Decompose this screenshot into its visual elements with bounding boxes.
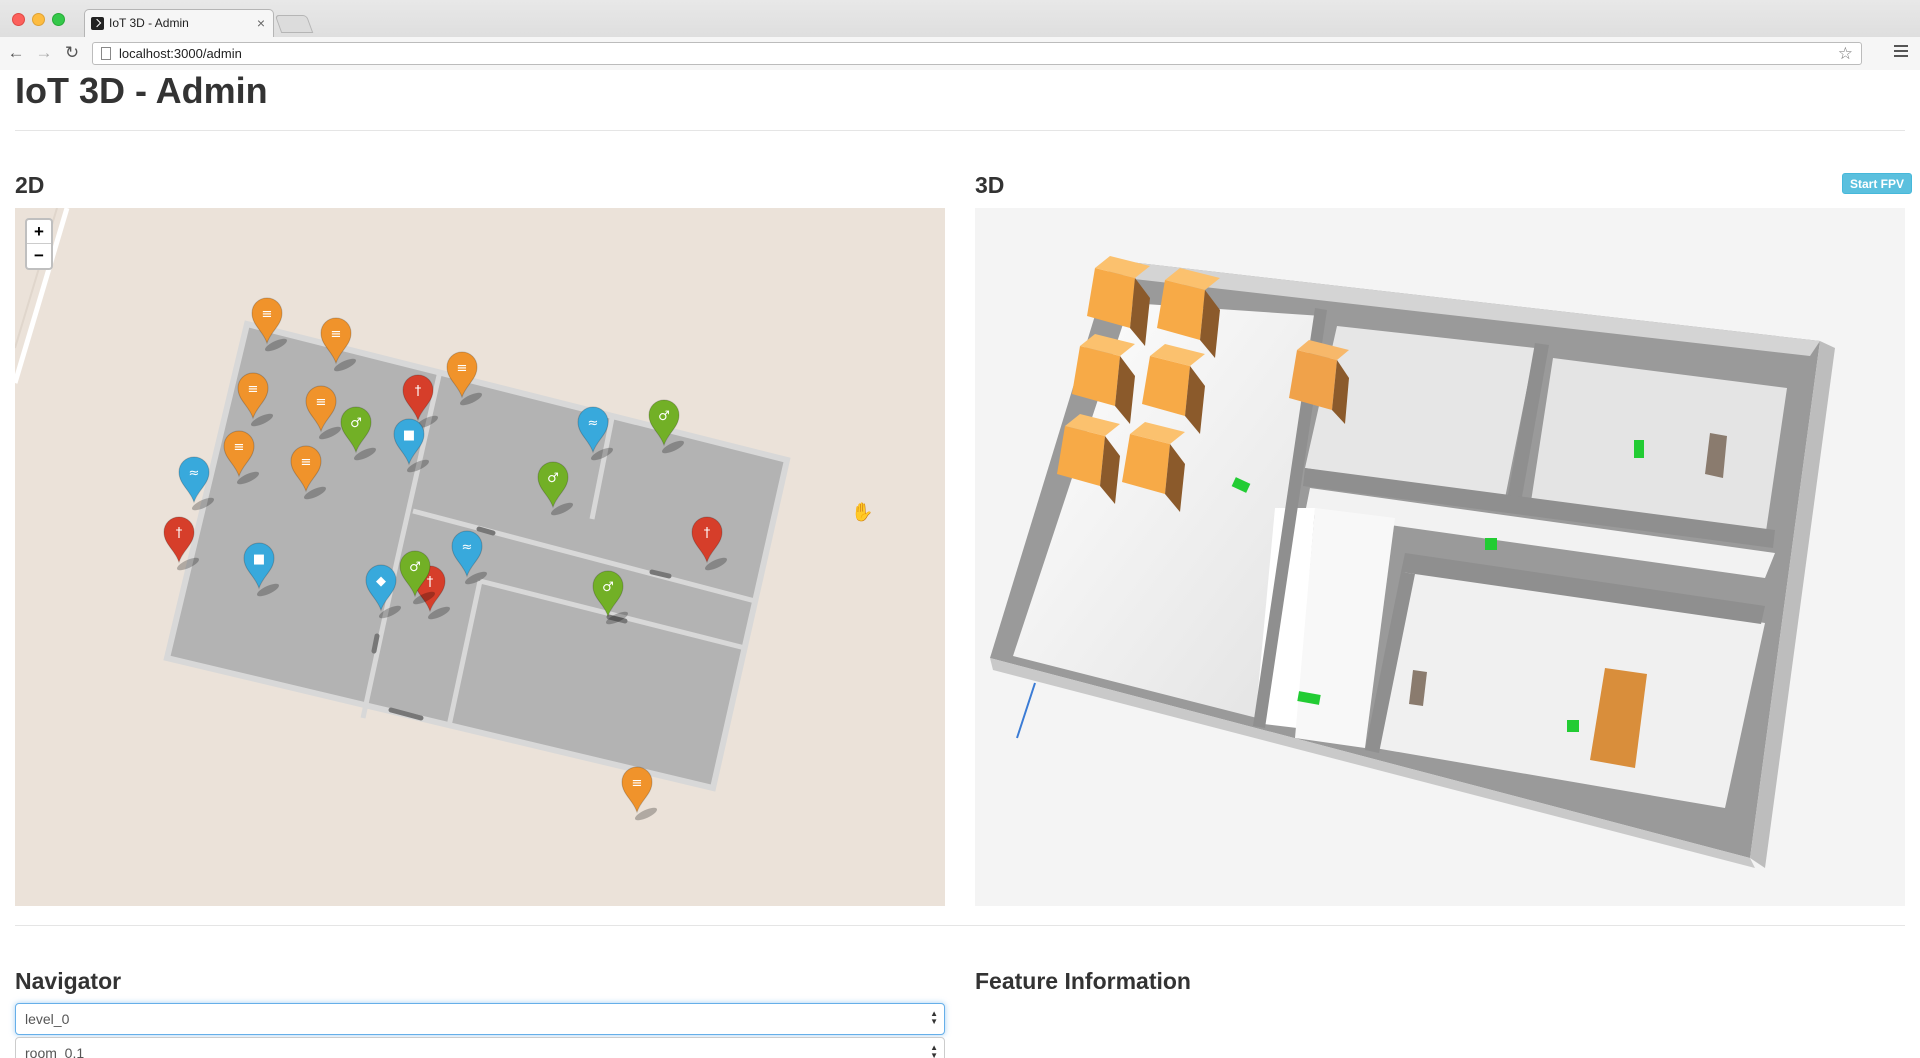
person-icon: ♂: [658, 409, 670, 424]
wifi-icon: ≈: [588, 416, 599, 431]
new-tab-button[interactable]: [274, 15, 314, 33]
address-bar-url: localhost:3000/admin: [119, 46, 242, 61]
database-icon: ≡: [248, 382, 259, 397]
fire-extinguisher-icon: †: [415, 384, 422, 399]
person-icon: ♂: [602, 580, 614, 595]
zoom-out-button[interactable]: −: [27, 244, 51, 268]
browser-chrome: IoT 3D - Admin × ← → ↻ localhost:3000/ad…: [0, 0, 1920, 70]
bookmark-star-icon[interactable]: ☆: [1838, 43, 1853, 64]
reload-icon[interactable]: ↻: [62, 43, 82, 63]
panel-2d-title: 2D: [15, 172, 45, 198]
page-title: IoT 3D - Admin: [15, 70, 268, 111]
person-icon: ♂: [547, 471, 559, 486]
level-select-value: level_0: [25, 1011, 70, 1027]
browser-menu-icon[interactable]: [1894, 45, 1908, 59]
forward-arrow-icon[interactable]: →: [34, 43, 54, 63]
database-icon: ≡: [301, 455, 312, 470]
back-arrow-icon[interactable]: ←: [6, 43, 26, 63]
page-icon: [101, 47, 111, 60]
tab-title: IoT 3D - Admin: [109, 16, 189, 30]
panel-3d-title: 3D: [975, 172, 1005, 198]
database-icon: ≡: [457, 361, 468, 376]
header-divider: [15, 130, 1905, 131]
tab-close-icon[interactable]: ×: [257, 10, 265, 36]
fire-extinguisher-icon: †: [427, 575, 434, 590]
hand-cursor-icon: ✋: [851, 502, 874, 522]
tab-strip: IoT 3D - Admin ×: [0, 0, 1920, 37]
browser-toolbar: ← → ↻ localhost:3000/admin ☆: [0, 37, 1920, 70]
zoom-in-button[interactable]: +: [27, 220, 51, 244]
maximize-window-button[interactable]: [52, 13, 65, 26]
browser-tab-active[interactable]: IoT 3D - Admin ×: [84, 9, 274, 37]
select-arrows-icon: ▲ ▼: [930, 1043, 938, 1058]
start-fpv-button[interactable]: Start FPV: [1842, 173, 1913, 194]
tag-icon: ◆: [376, 574, 386, 589]
axis-line-3d: [1016, 682, 1036, 739]
close-window-button[interactable]: [12, 13, 25, 26]
room-select-value: room_0.1: [25, 1045, 85, 1058]
database-icon: ≡: [632, 776, 643, 791]
minimize-window-button[interactable]: [32, 13, 45, 26]
database-icon: ≡: [262, 307, 273, 322]
database-icon: ≡: [234, 440, 245, 455]
floorplan-2d: ≡ ≡ ≡ ≡ ≡ ≡ ≡ ≡ † † † † ≈ ≈ ≈ ■ ■ ◆ ♂ ♂ ♂ ♂ ♂: [15, 208, 791, 821]
person-icon: ♂: [409, 560, 421, 575]
feature-info-title: Feature Information: [975, 968, 1191, 994]
level-select[interactable]: level_0 ▲ ▼: [15, 1003, 945, 1035]
database-icon: ≡: [316, 395, 327, 410]
wifi-icon: ≈: [462, 540, 473, 555]
wifi-icon: ≈: [189, 466, 200, 481]
person-icon: ♂: [350, 416, 362, 431]
select-arrows-icon: ▲ ▼: [930, 1009, 938, 1026]
map-2d[interactable]: ≡ ≡ ≡ ≡ ≡ ≡ ≡ ≡ † † † † ≈ ≈ ≈ ■ ■ ◆ ♂ ♂ ♂ ♂ ♂ + − ✋: [15, 208, 945, 906]
camera-icon: ■: [403, 428, 415, 443]
zoom-control: + −: [25, 218, 53, 270]
view-3d[interactable]: [975, 208, 1905, 906]
section-divider: [15, 925, 1905, 926]
fire-extinguisher-icon: †: [704, 526, 711, 541]
camera-icon: ■: [253, 552, 265, 567]
building-3d-render: [990, 256, 1835, 868]
fire-extinguisher-icon: †: [176, 526, 183, 541]
room-select[interactable]: room_0.1 ▲ ▼: [15, 1037, 945, 1058]
address-bar[interactable]: localhost:3000/admin ☆: [92, 42, 1862, 65]
terminal-favicon-icon: [91, 17, 104, 30]
navigator-title: Navigator: [15, 968, 122, 994]
database-icon: ≡: [331, 327, 342, 342]
